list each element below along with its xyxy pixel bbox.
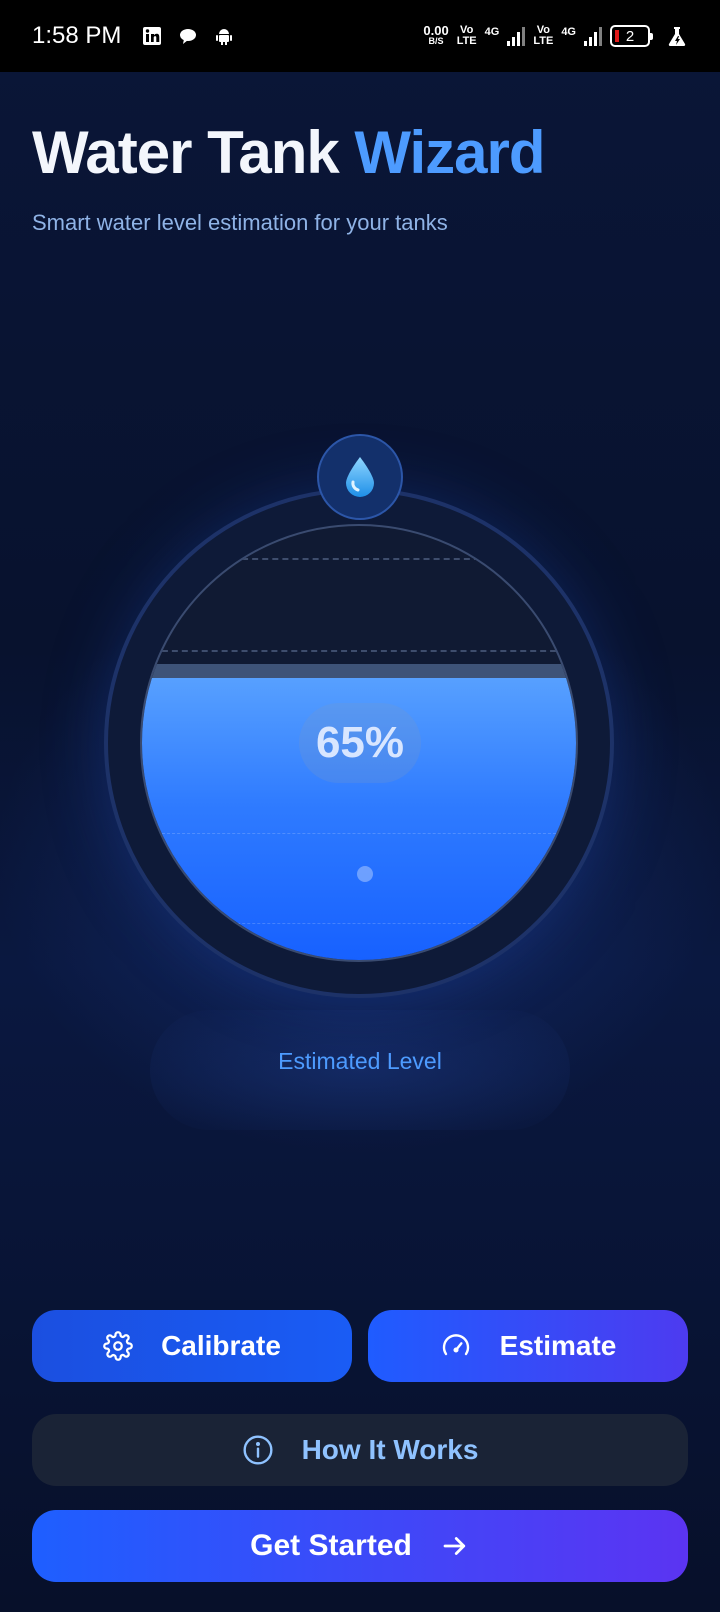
android-icon — [213, 25, 235, 47]
status-bar: 1:58 PM 0.00 B/S Vo LTE 4G Vo LTE 4G 2 — [0, 0, 720, 72]
estimate-label: Estimate — [499, 1330, 617, 1361]
level-marker-mid — [142, 650, 576, 652]
status-time: 1:58 PM — [32, 22, 122, 49]
volte-icon-1: Vo LTE — [456, 24, 477, 47]
calibrate-button[interactable]: Calibrate — [32, 1310, 352, 1382]
gear-icon — [103, 1331, 133, 1361]
level-percent: 65% — [299, 703, 421, 783]
how-it-works-label: How It Works — [301, 1434, 479, 1465]
how-it-works-button[interactable]: How It Works — [32, 1414, 688, 1486]
estimate-button[interactable]: Estimate — [368, 1310, 688, 1382]
calibrate-label: Calibrate — [161, 1330, 281, 1361]
battery-icon: 2 — [610, 25, 653, 47]
arrow-right-icon — [443, 1537, 465, 1555]
water-gridline — [142, 832, 576, 834]
get-started-label: Get Started — [250, 1529, 412, 1562]
speedometer-icon — [442, 1334, 469, 1356]
chat-bubble-icon — [177, 25, 199, 47]
title-accent: Wizard — [354, 119, 545, 186]
volte-icon-2: Vo LTE — [533, 24, 554, 47]
page-title: Water Tank Wizard — [32, 118, 546, 187]
page-subtitle: Smart water level estimation for your ta… — [32, 210, 448, 235]
water-surface — [142, 663, 576, 678]
water-gridline — [142, 922, 576, 924]
get-started-button[interactable]: Get Started — [32, 1510, 688, 1582]
level-marker-top — [232, 558, 490, 560]
signal-icon-1 — [507, 26, 526, 46]
signal-icon-2 — [584, 26, 602, 46]
water-bubble — [357, 866, 373, 882]
water-drop-badge — [317, 434, 403, 520]
lab-flask-icon — [666, 25, 688, 47]
status-right: 0.00 B/S Vo LTE 4G Vo LTE 4G 2 — [423, 23, 688, 47]
water-drop-icon — [346, 457, 374, 497]
info-icon — [243, 1435, 273, 1465]
estimated-level-label: Estimated Level — [278, 1048, 442, 1074]
net-speed: 0.00 B/S — [423, 23, 449, 46]
title-main: Water Tank — [32, 119, 340, 186]
network-type-2: 4G — [561, 26, 576, 38]
network-type-1: 4G — [484, 26, 500, 38]
linkedin-icon — [141, 25, 163, 47]
